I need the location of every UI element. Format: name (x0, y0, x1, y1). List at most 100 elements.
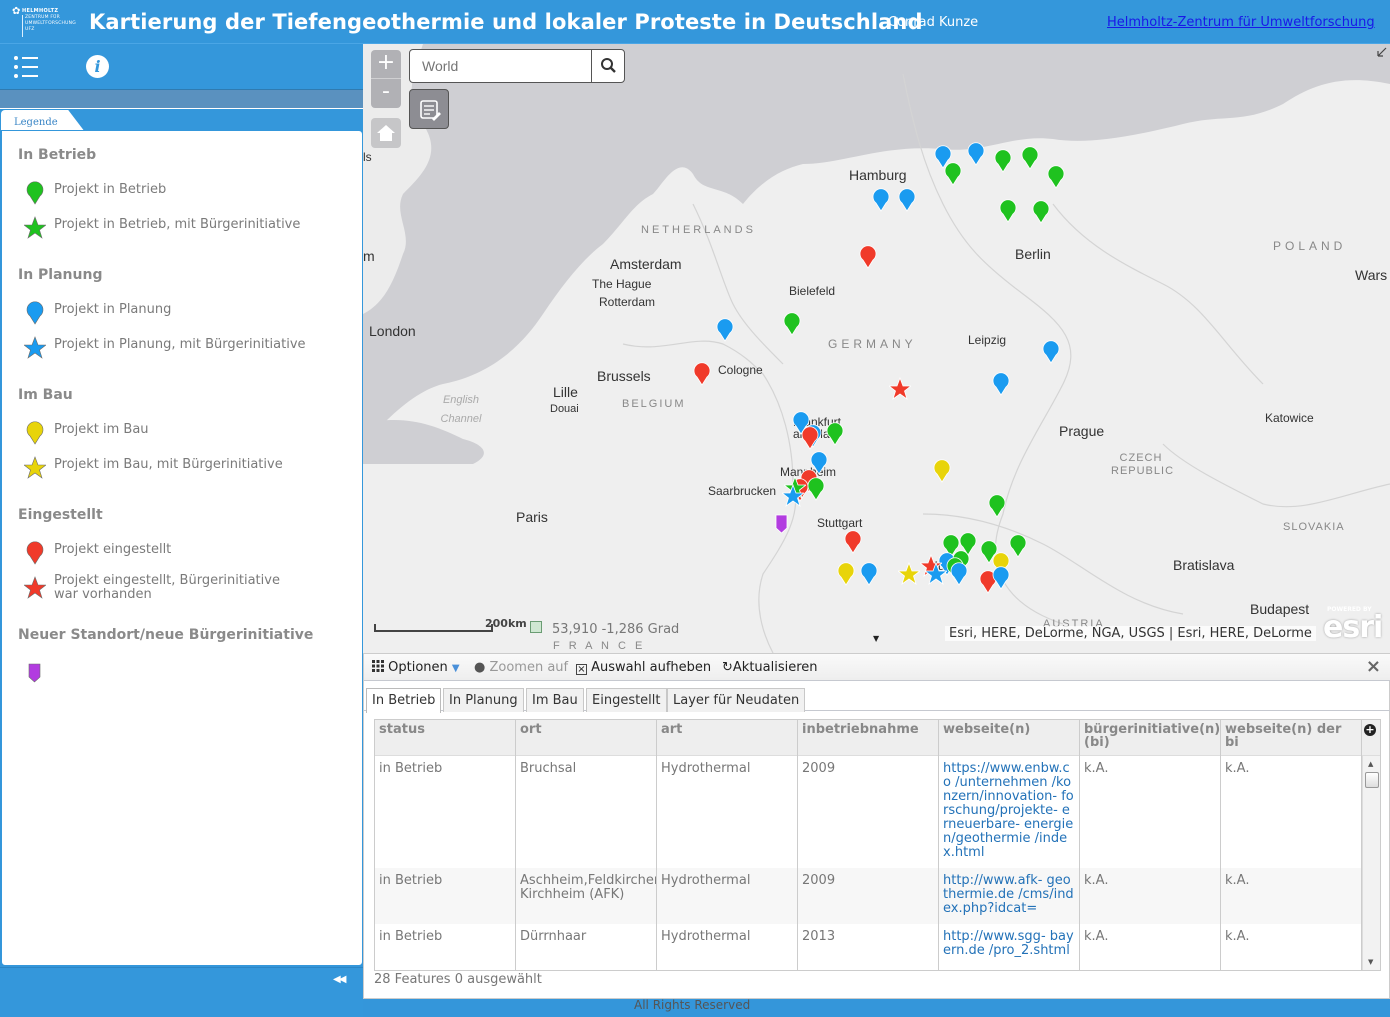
green-pin-marker[interactable] (942, 162, 964, 186)
header-bar: ✿ HELMHOLTZ ZENTRUM FÜR UMWELTFORSCHUNG … (0, 0, 1390, 44)
expand-icon[interactable] (1376, 46, 1388, 58)
blue-pin-marker[interactable] (714, 318, 736, 342)
options-menu[interactable]: Optionen ▼ (372, 660, 460, 675)
green-pin-icon (26, 181, 44, 205)
cell-bi-webseite: k.A. (1221, 868, 1362, 924)
map-label-city: The Hague (592, 277, 652, 291)
legend-list-icon[interactable] (14, 55, 40, 79)
blue-pin-marker[interactable] (896, 188, 918, 212)
map-label-city: ls (363, 150, 372, 164)
map-label-city: Amsterdam (610, 256, 682, 272)
green-pin-marker[interactable] (992, 149, 1014, 173)
cell-webseite-link[interactable]: https://www.enbw.co /unternehmen /konzer… (939, 756, 1080, 868)
tab-in-planung[interactable]: In Planung (443, 688, 524, 712)
column-header-inbetriebnahme[interactable]: inbetriebnahme (798, 720, 939, 756)
green-pin-marker[interactable] (1019, 146, 1041, 170)
blue-pin-marker[interactable] (870, 188, 892, 212)
edit-button[interactable] (409, 89, 449, 129)
yellow-star-marker[interactable] (898, 562, 920, 586)
tab-im-bau[interactable]: Im Bau (526, 688, 584, 712)
map-label-city: Brussels (597, 368, 651, 384)
add-column-icon[interactable]: + (1364, 724, 1376, 736)
map-label-city: Stuttgart (817, 516, 863, 530)
green-pin-marker[interactable] (1045, 165, 1067, 189)
green-pin-marker[interactable] (781, 312, 803, 336)
zoom-to-button[interactable]: ● Zoomen auf (474, 660, 568, 675)
purple-square-marker[interactable] (771, 512, 793, 536)
close-table-icon[interactable]: × (1366, 656, 1381, 677)
coordinate-icon[interactable] (530, 621, 542, 633)
search-box (409, 49, 625, 83)
red-star-marker[interactable] (889, 377, 911, 401)
cell-ort: Bruchsal (516, 756, 657, 868)
table-row[interactable]: in Betrieb Bruchsal Hydrothermal 2009 ht… (375, 756, 1362, 868)
blue-pin-marker[interactable] (948, 562, 970, 586)
blue-star-marker[interactable] (925, 562, 947, 586)
tab-layer-neudaten[interactable]: Layer für Neudaten (667, 688, 806, 712)
column-header-status[interactable]: status (375, 720, 516, 756)
search-button[interactable] (591, 50, 624, 82)
blue-star-icon (24, 336, 46, 359)
cell-inbetriebnahme: 2009 (798, 868, 939, 924)
table-scrollbar[interactable]: ▲ ▼ (1362, 756, 1380, 970)
grid-header: status ort art inbetriebnahme webseite(n… (375, 720, 1380, 756)
column-header-webseite[interactable]: webseite(n) (939, 720, 1080, 756)
blue-star-marker[interactable] (782, 484, 804, 508)
table-row[interactable]: in Betrieb Aschheim,Feldkirchen, Kirchhe… (375, 868, 1362, 924)
collapse-sidebar-icon[interactable]: ◀◀ (333, 974, 346, 985)
logo-line-3: UMWELTFORSCHUNG (25, 21, 76, 26)
zoom-in-button[interactable]: + (371, 50, 401, 79)
cell-status: in Betrieb (375, 924, 516, 970)
legend-item-label: Projekt in Planung, mit Bürgerinitiative (54, 337, 306, 352)
map-label-country: POLAND (1273, 239, 1347, 253)
zoom-out-button[interactable]: - (371, 79, 401, 108)
column-header-ort[interactable]: ort (516, 720, 657, 756)
scroll-up-icon[interactable]: ▲ (1368, 760, 1373, 768)
blue-pin-marker[interactable] (858, 562, 880, 586)
scroll-thumb[interactable] (1365, 772, 1379, 788)
info-icon[interactable]: i (86, 55, 109, 78)
column-header-art[interactable]: art (657, 720, 798, 756)
search-input[interactable] (410, 50, 590, 82)
yellow-pin-marker[interactable] (931, 459, 953, 483)
table-row[interactable]: in Betrieb Dürrnhaar Hydrothermal 2013 h… (375, 924, 1362, 970)
tab-in-betrieb[interactable]: In Betrieb (366, 688, 442, 713)
map-label-country: GERMANY (828, 337, 917, 351)
feature-count-status: 28 Features 0 ausgewählt (374, 972, 542, 987)
blue-pin-marker[interactable] (990, 372, 1012, 396)
blue-pin-marker[interactable] (1040, 340, 1062, 364)
red-pin-marker[interactable] (842, 530, 864, 554)
ufz-logo[interactable]: ✿ HELMHOLTZ ZENTRUM FÜR UMWELTFORSCHUNG … (12, 6, 78, 38)
refresh-button[interactable]: ↻Aktualisieren (722, 660, 818, 675)
green-pin-marker[interactable] (805, 477, 827, 501)
column-header-bi[interactable]: bürgerinitiative(n) (bi) (1080, 720, 1221, 756)
org-link[interactable]: Helmholtz-Zentrum für Umweltforschung (1107, 15, 1375, 30)
map-label-city: London (369, 323, 416, 339)
red-pin-marker[interactable] (799, 426, 821, 450)
app-root: ✿ HELMHOLTZ ZENTRUM FÜR UMWELTFORSCHUNG … (0, 0, 1390, 1017)
app-title: Kartierung der Tiefengeothermie und loka… (89, 10, 923, 34)
scale-label: 200km (485, 617, 527, 630)
home-button[interactable] (371, 118, 401, 148)
cell-webseite-link[interactable]: http://www.sgg- bayern.de /pro_2.shtml (939, 924, 1080, 970)
green-pin-marker[interactable] (824, 422, 846, 446)
tab-eingestellt[interactable]: Eingestellt (586, 688, 667, 712)
scroll-down-icon[interactable]: ▼ (1368, 958, 1373, 966)
logo-lines: ZENTRUM FÜR UMWELTFORSCHUNG UFZ (25, 15, 76, 33)
red-pin-marker[interactable] (691, 362, 713, 386)
rights-footer: All Rights Reserved (634, 998, 751, 1012)
green-pin-marker[interactable] (986, 494, 1008, 518)
blue-pin-marker[interactable] (990, 566, 1012, 590)
cell-webseite-link[interactable]: http://www.afk- geothermie.de /cms/index… (939, 868, 1080, 924)
map-label-city: Saarbrucken (708, 484, 777, 498)
map-view[interactable]: Hamburg Berlin Amsterdam The Hague Rotte… (363, 44, 1390, 653)
attribute-table-toggle-icon[interactable]: ▼ (873, 634, 879, 643)
clear-selection-button[interactable]: × Auswahl aufheben (576, 660, 711, 675)
green-pin-marker[interactable] (997, 199, 1019, 223)
red-pin-marker[interactable] (857, 245, 879, 269)
blue-pin-marker[interactable] (965, 142, 987, 166)
column-header-bi-webseite[interactable]: webseite(n) der bi (1221, 720, 1362, 756)
green-pin-marker[interactable] (1030, 200, 1052, 224)
leaf-icon: ✿ (12, 6, 21, 17)
yellow-pin-marker[interactable] (835, 562, 857, 586)
